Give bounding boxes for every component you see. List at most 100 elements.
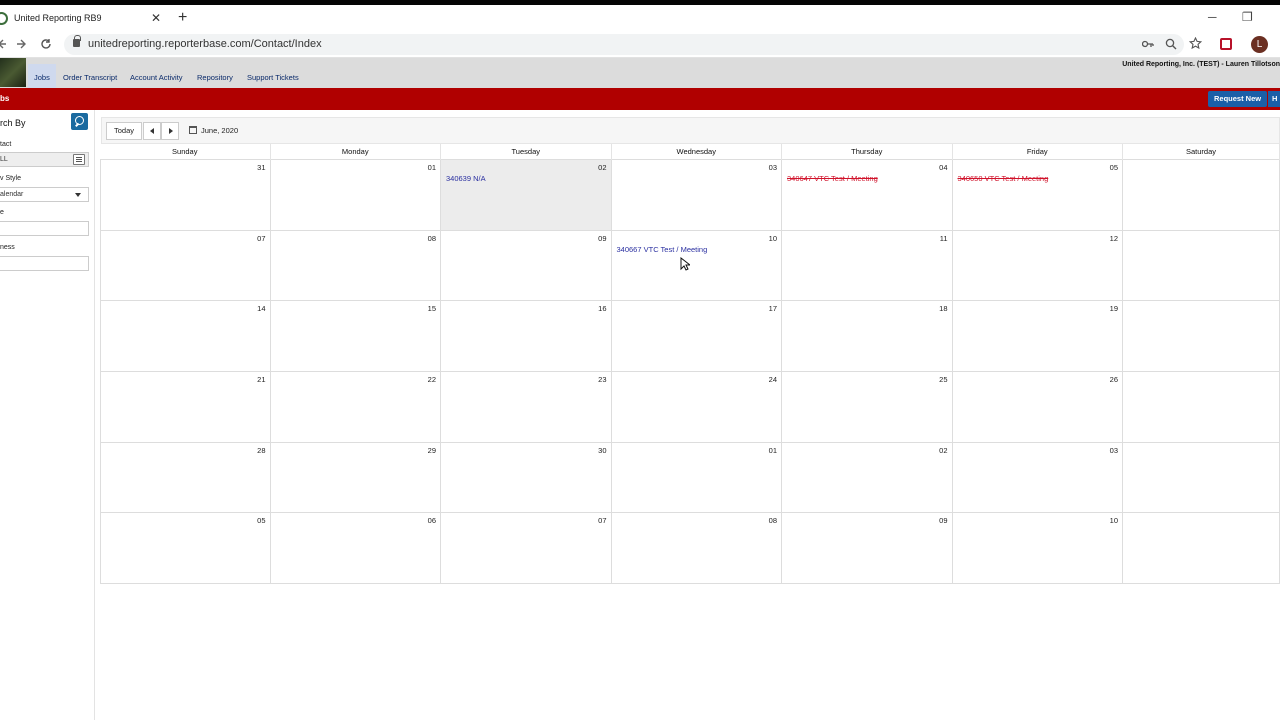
day-cell[interactable]: 19 bbox=[953, 301, 1123, 372]
day-cell[interactable]: 22 bbox=[271, 372, 441, 442]
day-cell[interactable]: 05 bbox=[100, 513, 271, 584]
day-cell[interactable]: 26 bbox=[953, 372, 1123, 442]
nav-order-transcript[interactable]: Order Transcript bbox=[63, 73, 117, 82]
url-text[interactable]: unitedreporting.reporterbase.com/Contact… bbox=[88, 38, 322, 50]
profile-avatar[interactable]: L bbox=[1251, 36, 1268, 53]
day-cell[interactable]: 14 bbox=[100, 301, 271, 372]
witness-field[interactable] bbox=[0, 256, 89, 271]
day-cell[interactable]: 18 bbox=[782, 301, 953, 372]
star-icon[interactable] bbox=[1189, 37, 1202, 50]
new-tab-icon[interactable]: + bbox=[178, 9, 187, 27]
nav-support-tickets[interactable]: Support Tickets bbox=[247, 73, 299, 82]
day-cell[interactable]: 10 340667 VTC Test / Meeting bbox=[612, 230, 782, 301]
minimize-icon[interactable]: ─ bbox=[1208, 10, 1217, 24]
day-cell[interactable]: 21 bbox=[100, 372, 271, 442]
reload-icon[interactable] bbox=[40, 38, 52, 50]
key-icon[interactable] bbox=[1142, 40, 1154, 48]
day-cell[interactable] bbox=[1123, 230, 1280, 301]
day-cell[interactable]: 02 bbox=[782, 442, 953, 513]
day-cell[interactable]: 05 340650 VTC Test / Meeting bbox=[953, 160, 1123, 230]
day-cell[interactable]: 04 340647 VTC Test / Meeting bbox=[782, 160, 953, 230]
contact-field[interactable]: LL bbox=[0, 152, 89, 167]
browser-tab[interactable]: United Reporting RB9 ✕ bbox=[0, 5, 168, 32]
day-cell[interactable] bbox=[1123, 513, 1280, 584]
back-arrow-icon[interactable] bbox=[0, 39, 7, 49]
day-cell[interactable]: 12 bbox=[953, 230, 1123, 301]
day-cell[interactable]: 31 bbox=[100, 160, 271, 230]
day-number: 04 bbox=[939, 163, 948, 172]
contact-picker-icon[interactable] bbox=[73, 154, 85, 165]
calendar-icon[interactable] bbox=[189, 126, 197, 134]
search-sidebar: rch By tact LL v Style alendar e ness bbox=[0, 110, 95, 720]
day-cell[interactable]: 28 bbox=[100, 442, 271, 513]
day-cell[interactable]: 16 bbox=[441, 301, 612, 372]
day-cell[interactable]: 09 bbox=[441, 230, 612, 301]
day-number: 10 bbox=[768, 233, 777, 243]
next-month-button[interactable] bbox=[161, 122, 179, 140]
day-cell[interactable]: 02 340639 N/A bbox=[441, 160, 612, 230]
day-cell[interactable]: 07 bbox=[100, 230, 271, 301]
day-number: 31 bbox=[257, 163, 266, 172]
day-cell[interactable] bbox=[1123, 372, 1280, 442]
day-cell[interactable]: 23 bbox=[441, 372, 612, 442]
day-cell[interactable]: 29 bbox=[271, 442, 441, 513]
day-cell[interactable] bbox=[1123, 301, 1280, 372]
calendar-event[interactable]: 340667 VTC Test / Meeting bbox=[617, 245, 708, 254]
zoom-icon[interactable] bbox=[1165, 38, 1177, 50]
day-cell[interactable]: 01 bbox=[612, 442, 782, 513]
month-calendar: Sunday Monday Tuesday Wednesday Thursday… bbox=[100, 144, 1280, 585]
today-button[interactable]: Today bbox=[106, 122, 142, 140]
restore-icon[interactable]: ❐ bbox=[1242, 10, 1253, 24]
day-cell[interactable]: 03 bbox=[953, 442, 1123, 513]
tab-close-icon[interactable]: ✕ bbox=[151, 11, 161, 25]
day-cell[interactable]: 25 bbox=[782, 372, 953, 442]
nav-jobs[interactable]: Jobs bbox=[28, 64, 56, 90]
prev-month-button[interactable] bbox=[143, 122, 161, 140]
view-style-select[interactable]: alendar bbox=[0, 187, 89, 202]
week-row: 21 22 23 24 25 26 bbox=[100, 372, 1280, 443]
day-number: 23 bbox=[598, 375, 607, 385]
day-number: 05 bbox=[1109, 163, 1118, 172]
month-label[interactable]: June, 2020 bbox=[201, 126, 238, 135]
lock-icon bbox=[73, 35, 81, 47]
omnibox[interactable]: unitedreporting.reporterbase.com/Contact… bbox=[64, 34, 1202, 55]
day-number: 21 bbox=[257, 375, 266, 385]
extension-icon[interactable] bbox=[1220, 38, 1232, 50]
day-cell[interactable] bbox=[1123, 442, 1280, 513]
day-cell[interactable] bbox=[1123, 160, 1280, 230]
day-cell[interactable]: 30 bbox=[441, 442, 612, 513]
day-cell[interactable]: 09 bbox=[782, 513, 953, 584]
weekday-tuesday: Tuesday bbox=[441, 144, 612, 160]
day-cell[interactable]: 17 bbox=[612, 301, 782, 372]
day-number: 16 bbox=[598, 304, 607, 314]
calendar-event[interactable]: 340650 VTC Test / Meeting bbox=[958, 174, 1049, 183]
calendar-event[interactable]: 340639 N/A bbox=[446, 174, 486, 183]
request-new-button[interactable]: Request New bbox=[1208, 91, 1268, 107]
search-by-title: rch By bbox=[0, 118, 26, 128]
company-logo[interactable] bbox=[0, 58, 26, 87]
day-number: 02 bbox=[939, 445, 948, 455]
day-cell[interactable]: 08 bbox=[612, 513, 782, 584]
help-button[interactable]: H bbox=[1268, 91, 1280, 107]
nav-account-activity[interactable]: Account Activity bbox=[130, 73, 183, 82]
day-cell[interactable]: 10 bbox=[953, 513, 1123, 584]
date-field[interactable] bbox=[0, 221, 89, 236]
day-cell[interactable]: 07 bbox=[441, 513, 612, 584]
day-cell[interactable]: 03 bbox=[612, 160, 782, 230]
weekday-sunday: Sunday bbox=[100, 144, 271, 160]
forward-arrow-icon[interactable] bbox=[16, 39, 26, 49]
day-number: 01 bbox=[768, 445, 777, 455]
search-icon[interactable] bbox=[71, 113, 88, 130]
calendar-event[interactable]: 340647 VTC Test / Meeting bbox=[787, 174, 878, 183]
day-cell[interactable]: 24 bbox=[612, 372, 782, 442]
day-cell[interactable]: 01 bbox=[271, 160, 441, 230]
day-number: 11 bbox=[939, 233, 948, 243]
day-number: 30 bbox=[598, 445, 607, 455]
day-cell[interactable]: 11 bbox=[782, 230, 953, 301]
day-cell[interactable]: 15 bbox=[271, 301, 441, 372]
day-cell[interactable]: 06 bbox=[271, 513, 441, 584]
view-style-label: v Style bbox=[0, 175, 22, 182]
day-cell[interactable]: 08 bbox=[271, 230, 441, 301]
nav-repository[interactable]: Repository bbox=[197, 73, 233, 82]
tab-bar: United Reporting RB9 ✕ + ─ ❐ bbox=[0, 5, 1280, 32]
